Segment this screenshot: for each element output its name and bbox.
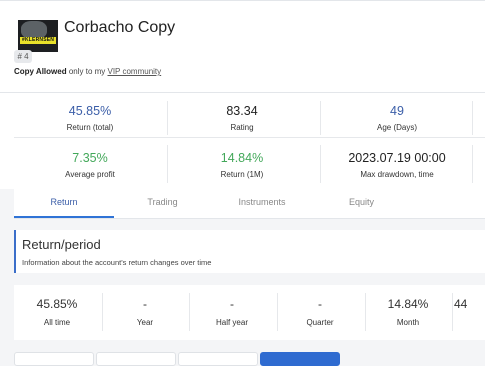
stats-divider [320, 145, 321, 183]
stat-value: 49 [390, 104, 404, 118]
copy-permission: Copy Allowed only to my VIP community [14, 67, 161, 77]
tab-instruments[interactable]: Instruments [211, 196, 313, 208]
top-divider [0, 0, 485, 1]
stats-divider [472, 145, 473, 183]
period-divider [102, 293, 103, 331]
stat-label: Return (total) [66, 123, 114, 132]
stat-average-profit: 7.35% Average profit [45, 151, 135, 180]
stat-label: Average profit [65, 170, 115, 179]
copy-permission-text: only to my [66, 67, 108, 76]
return-period-description: Information about the account's return c… [22, 258, 212, 267]
period-divider [189, 293, 190, 331]
return-period-title: Return/period [22, 237, 101, 252]
period-next: 44 [454, 297, 485, 312]
stat-value: 14.84% [220, 151, 264, 165]
stat-value: 45.85% [68, 104, 112, 118]
trader-title: Corbacho Copy [64, 19, 176, 36]
period-divider [452, 293, 453, 331]
avatar-logo-text: #KLERNSEN [22, 37, 55, 43]
stat-value: 83.34 [226, 104, 258, 118]
stats-divider [472, 101, 473, 135]
stat-label: Age (Days) [376, 123, 417, 132]
vip-community-link[interactable]: VIP community [108, 67, 162, 76]
stat-value: 7.35% [72, 151, 108, 165]
period-value: 44 [454, 297, 468, 311]
period-value: - [318, 297, 322, 311]
period-divider [277, 293, 278, 331]
period-button[interactable] [14, 352, 94, 366]
period-button[interactable] [178, 352, 258, 366]
period-label: Year [136, 318, 154, 327]
stat-rating: 83.34 Rating [197, 104, 287, 133]
trader-avatar[interactable]: #KLERNSEN [18, 20, 58, 52]
stat-max-drawdown: 2023.07.19 00:00 Max drawdown, time [337, 151, 457, 180]
period-returns-panel: 45.85% All time - Year - Half year - Qua… [14, 285, 485, 340]
period-half-year: - Half year [189, 297, 275, 328]
stat-label: Max drawdown, time [360, 170, 434, 179]
period-label: Month [396, 318, 420, 327]
period-value: 45.85% [36, 297, 78, 311]
period-quarter: - Quarter [277, 297, 363, 328]
stats-row-divider [14, 137, 485, 138]
stats-panel: 45.85% Return (total) 83.34 Rating 49 Ag… [0, 92, 485, 189]
copy-allowed-label: Copy Allowed [14, 67, 67, 76]
period-value: 14.84% [387, 297, 429, 311]
period-label: Half year [215, 318, 248, 327]
tab-return[interactable]: Return [14, 196, 114, 208]
stat-return-total: 45.85% Return (total) [45, 104, 135, 133]
period-month: 14.84% Month [365, 297, 451, 328]
period-label: All time [43, 318, 71, 327]
stats-divider [167, 101, 168, 135]
period-all-time: 45.85% All time [14, 297, 100, 328]
stats-divider [167, 145, 168, 183]
tab-bar: Return Trading Instruments Equity [14, 188, 485, 219]
active-tab-indicator [14, 216, 114, 218]
period-button[interactable] [96, 352, 176, 366]
tab-trading[interactable]: Trading [114, 196, 211, 208]
return-period-card: Return/period Information about the acco… [14, 230, 485, 273]
trader-header: #KLERNSEN # 4 Corbacho Copy Copy Allowed… [0, 0, 485, 92]
stat-age: 49 Age (Days) [352, 104, 442, 133]
stats-divider [320, 101, 321, 135]
period-button-active[interactable] [260, 352, 340, 366]
period-value: - [143, 297, 147, 311]
stat-return-1m: 14.84% Return (1M) [197, 151, 287, 180]
stat-label: Rating [230, 123, 254, 132]
rank-badge: # 4 [14, 50, 32, 63]
period-value: - [230, 297, 234, 311]
stat-value: 2023.07.19 00:00 [348, 151, 446, 165]
avatar-banner: #KLERNSEN [20, 37, 56, 44]
stat-label: Return (1M) [220, 170, 264, 179]
period-year: - Year [102, 297, 188, 328]
period-divider [365, 293, 366, 331]
period-label: Quarter [306, 318, 334, 327]
tab-equity[interactable]: Equity [313, 196, 410, 208]
